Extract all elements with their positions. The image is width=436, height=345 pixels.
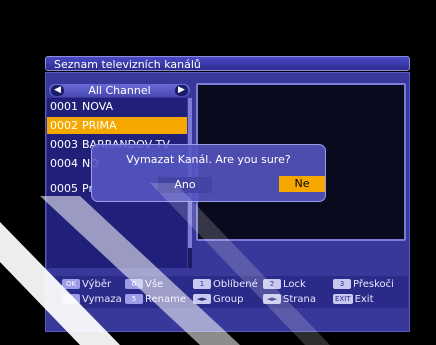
no-button[interactable]: Ne (279, 176, 325, 192)
channel-number: 0004 (50, 157, 78, 170)
hint-label: Vše (145, 279, 164, 290)
hint-skip: 3 Přeskoči (333, 279, 394, 291)
hint-delete: 4 Vymaza (62, 294, 122, 306)
chevron-right-icon[interactable]: ▶ (175, 85, 188, 96)
window-title: Seznam televizních kanálů (45, 56, 410, 71)
channel-name: PRIMA (82, 119, 117, 132)
channel-group-selector[interactable]: ◀ All Channel ▶ (49, 84, 190, 97)
exit-key-icon: EXIT (333, 294, 353, 304)
hint-label: Strana (283, 294, 316, 305)
chevron-left-icon[interactable]: ◀ (51, 85, 64, 96)
channel-group-label: All Channel (88, 84, 151, 97)
hint-label: Vymaza (82, 294, 122, 305)
channel-number: 0003 (50, 138, 78, 151)
hint-label: Group (213, 294, 244, 305)
tv-screen: Seznam televizních kanálů ◀ All Channel … (0, 0, 436, 345)
key-0-icon: 0 (125, 279, 143, 289)
delete-confirm-dialog: Vymazat Kanál. Are you sure? Ano Ne (91, 144, 326, 202)
hint-select: OK Výběr (62, 279, 111, 291)
key-5-icon: 5 (125, 294, 143, 304)
hint-lock: 2 Lock (263, 279, 306, 291)
hint-page: ◄► Strana (263, 294, 316, 306)
channel-row-selected[interactable]: 0002 PRIMA (47, 117, 187, 134)
hint-label: Přeskoči (353, 279, 394, 290)
hint-exit: EXIT Exit (333, 294, 374, 306)
dialog-message: Vymazat Kanál. Are you sure? (126, 153, 291, 166)
key-4-icon: 4 (62, 294, 80, 304)
key-1-icon: 1 (193, 279, 211, 289)
hint-label: Lock (283, 279, 306, 290)
channel-name: NOVA (82, 100, 114, 113)
hint-favorites: 1 Oblíbené (193, 279, 258, 291)
ok-key-icon: OK (62, 279, 80, 289)
channel-number: 0001 (50, 100, 78, 113)
hint-group: ◄► Group (193, 294, 243, 306)
hint-label: Oblíbené (213, 279, 258, 290)
hint-label: Rename (145, 294, 187, 305)
channel-number: 0002 (50, 119, 78, 132)
key-2-icon: 2 (263, 279, 281, 289)
channel-row[interactable]: 0001 NOVA (47, 98, 187, 115)
hint-label: Výběr (82, 279, 112, 290)
hint-label: Exit (354, 294, 374, 305)
left-right-arrows-icon: ◄► (193, 294, 211, 304)
left-right-arrows-icon: ◄► (263, 294, 281, 304)
key-3-icon: 3 (333, 279, 351, 289)
channel-number: 0005 (50, 182, 78, 195)
hint-rename: 5 Rename (125, 294, 186, 306)
yes-button[interactable]: Ano (158, 177, 212, 193)
hint-all: 0 Vše (125, 279, 163, 291)
